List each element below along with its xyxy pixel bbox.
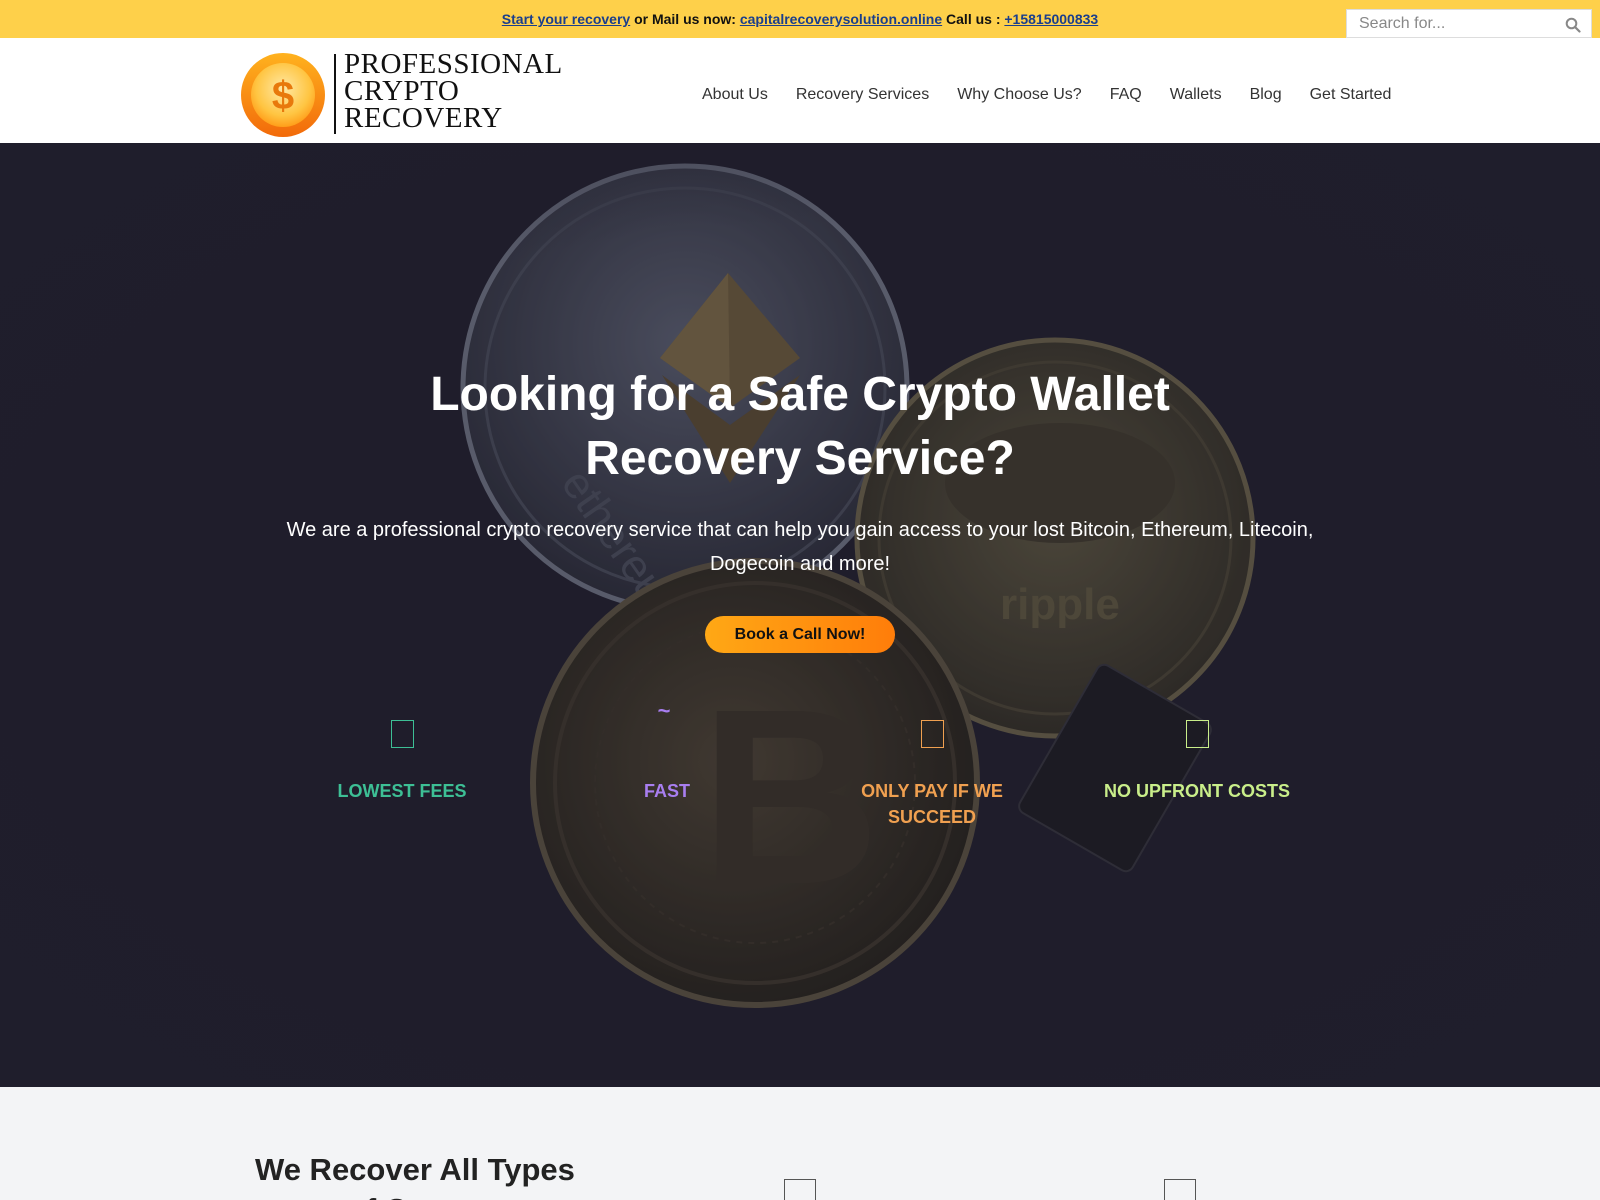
logo-dollar-symbol: $ <box>272 74 294 118</box>
nav-faq[interactable]: FAQ <box>1110 86 1142 110</box>
site-logo[interactable]: $ PROFESSIONAL CRYPTO RECOVERY <box>240 48 570 137</box>
nav-about-us[interactable]: About Us <box>702 86 768 110</box>
nav-wallets[interactable]: Wallets <box>1170 86 1222 110</box>
mail-us-label: or Mail us now: <box>630 11 740 27</box>
start-recovery-link[interactable]: Start your recovery <box>502 11 630 27</box>
hero-subtitle: We are a professional crypto recovery se… <box>286 519 1314 575</box>
hero-section: ethereum ripple B Looking for a Safe Cry… <box>0 143 1600 1087</box>
fast-icon: ~ <box>657 698 671 723</box>
section-heading-line-1: We Recover All Types <box>255 1152 575 1187</box>
nav-recovery-services[interactable]: Recovery Services <box>796 86 929 110</box>
search-box <box>1346 9 1592 38</box>
section-heading-line-2: of Crypto <box>255 1190 575 1200</box>
announcement-bar: Start your recovery or Mail us now: capi… <box>0 0 1600 38</box>
feature-label: ONLY PAY IF WE SUCCEED <box>861 781 1003 827</box>
logo-divider <box>334 54 336 134</box>
call-us-label: Call us : <box>942 11 1005 27</box>
hero-heading: Looking for a Safe Crypto Wallet Recover… <box>300 363 1300 491</box>
main-nav: About Us Recovery Services Why Choose Us… <box>702 86 1391 110</box>
hero-heading-line-2: Recovery Service? <box>585 432 1015 485</box>
search-icon[interactable] <box>1565 17 1581 33</box>
nav-get-started[interactable]: Get Started <box>1310 86 1392 110</box>
feature-label: LOWEST FEES <box>337 781 467 801</box>
phone-link[interactable]: +15815000833 <box>1004 11 1098 27</box>
nav-why-choose-us[interactable]: Why Choose Us? <box>957 86 1082 110</box>
feature-label: FAST <box>643 781 690 801</box>
logo-line-3: RECOVERY <box>344 102 503 134</box>
site-header: $ PROFESSIONAL CRYPTO RECOVERY About Us … <box>0 38 1600 143</box>
section-heading: We Recover All Types of Crypto <box>255 1150 575 1200</box>
crypto-type-icon <box>784 1179 816 1200</box>
search-input[interactable] <box>1359 14 1559 34</box>
no-upfront-icon <box>1186 720 1209 748</box>
logo-line-2: CRYPTO <box>344 75 460 107</box>
logo-line-1: PROFESSIONAL <box>344 48 563 80</box>
book-call-button[interactable]: Book a Call Now! <box>705 616 895 653</box>
hero-heading-line-1: Looking for a Safe Crypto Wallet <box>430 368 1170 421</box>
recover-types-section: We Recover All Types of Crypto <box>0 1087 1600 1200</box>
dollar-coin-icon: $ <box>241 53 325 137</box>
crypto-coins-background-image: ethereum ripple B <box>0 143 1600 1087</box>
nav-blog[interactable]: Blog <box>1250 86 1282 110</box>
logo-wordmark: PROFESSIONAL CRYPTO RECOVERY <box>344 48 563 134</box>
only-pay-icon <box>921 720 944 748</box>
crypto-type-icon <box>1164 1179 1196 1200</box>
feature-label: NO UPFRONT COSTS <box>1103 781 1290 801</box>
lowest-fees-icon <box>391 720 414 748</box>
email-link[interactable]: capitalrecoverysolution.online <box>740 11 942 27</box>
